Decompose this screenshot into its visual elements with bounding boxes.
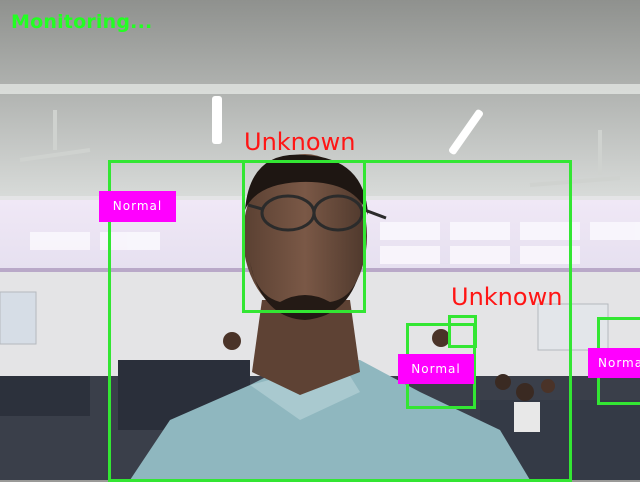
face-box-1 <box>242 160 366 313</box>
monitoring-status: Monitoring... <box>11 11 153 33</box>
person-status-tag: Normal <box>398 354 474 384</box>
face-identity-label: Unknown <box>451 283 563 311</box>
face-identity-label: Unknown <box>244 128 356 156</box>
person-status-tag: Normal <box>588 348 640 378</box>
face-box-2 <box>448 315 477 348</box>
person-status-tag: Normal <box>99 191 176 222</box>
